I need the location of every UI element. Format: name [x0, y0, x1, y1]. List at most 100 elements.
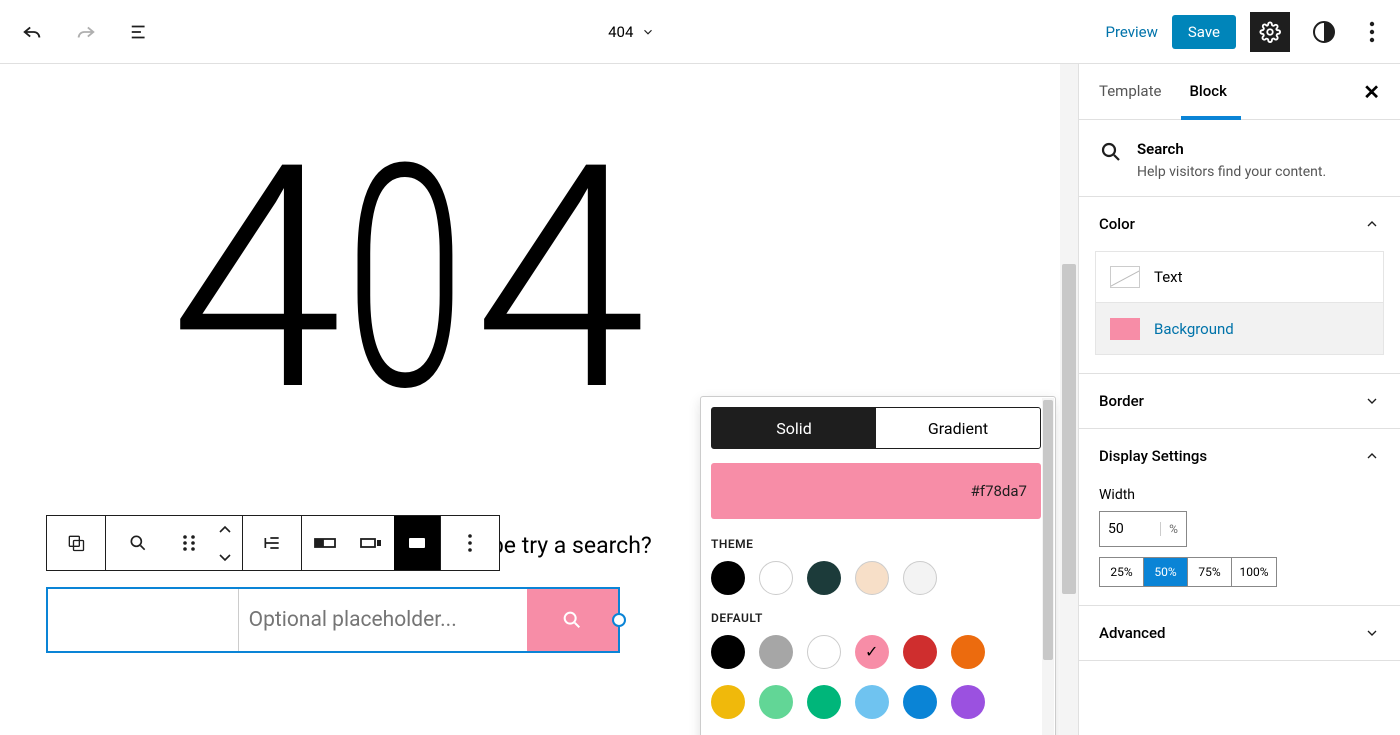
sidebar-tabs: Template Block ✕ [1079, 64, 1400, 120]
drag-handle[interactable] [170, 516, 208, 570]
tab-template[interactable]: Template [1099, 82, 1161, 102]
color-swatch[interactable] [807, 685, 841, 719]
settings-button[interactable] [1250, 12, 1290, 52]
styles-icon [1312, 20, 1336, 44]
color-swatch[interactable] [903, 635, 937, 669]
chevron-down-icon [1364, 393, 1380, 409]
align-button[interactable] [243, 516, 301, 570]
list-view-button[interactable] [122, 14, 158, 50]
canvas-scroll-thumb[interactable] [1062, 264, 1076, 594]
color-swatch[interactable] [759, 561, 793, 595]
search-block[interactable] [46, 587, 620, 653]
editor-canvas[interactable]: 404 ybe try a search? [0, 64, 1078, 735]
row-label: Text [1154, 268, 1183, 286]
color-panel: Color Text Background [1079, 197, 1400, 374]
color-type-segmented: Solid Gradient [711, 407, 1041, 449]
preview-button[interactable]: Preview [1105, 23, 1157, 41]
color-swatch[interactable] [903, 685, 937, 719]
settings-sidebar: Template Block ✕ Search Help visitors fi… [1078, 64, 1400, 735]
color-swatch[interactable] [711, 561, 745, 595]
move-down-button[interactable] [208, 543, 242, 570]
canvas-scrollbar[interactable] [1060, 64, 1078, 735]
advanced-panel-header[interactable]: Advanced [1079, 606, 1400, 660]
color-swatch[interactable] [711, 685, 745, 719]
toolbar-right: Preview Save [1105, 12, 1386, 52]
redo-button[interactable] [68, 14, 104, 50]
color-swatch[interactable] [807, 635, 841, 669]
row-label: Background [1154, 320, 1234, 338]
color-swatch[interactable] [855, 685, 889, 719]
heading-404[interactable]: 404 [0, 64, 1078, 444]
advanced-panel: Advanced [1079, 606, 1400, 661]
width-label: Width [1079, 483, 1400, 511]
toolbar-left [14, 14, 158, 50]
button-icon-button[interactable] [394, 516, 440, 570]
hex-input[interactable]: #f78da7 [711, 463, 1041, 519]
search-label-area[interactable] [48, 589, 239, 651]
border-panel-header[interactable]: Border [1079, 374, 1400, 428]
save-button[interactable]: Save [1172, 15, 1236, 49]
toggle-label-button[interactable] [302, 516, 348, 570]
block-toolbar [46, 515, 500, 571]
search-icon [128, 533, 148, 553]
color-swatch[interactable] [855, 561, 889, 595]
solid-tab[interactable]: Solid [712, 408, 876, 448]
width-preset[interactable]: 75% [1188, 558, 1232, 586]
search-placeholder-input[interactable] [239, 589, 527, 651]
gear-icon [1259, 21, 1281, 43]
prompt-text[interactable]: ybe try a search? [480, 532, 652, 559]
width-preset[interactable]: 50% [1144, 558, 1188, 586]
color-swatch[interactable] [903, 561, 937, 595]
background-swatch-preview [1110, 318, 1140, 340]
width-input[interactable]: % [1099, 511, 1187, 547]
color-swatch[interactable] [711, 635, 745, 669]
color-text-row[interactable]: Text [1095, 251, 1384, 303]
color-background-row[interactable]: Background [1095, 303, 1384, 355]
display-panel-header[interactable]: Display Settings [1079, 429, 1400, 483]
popover-scrollbar[interactable] [1042, 398, 1054, 735]
default-section-label: DEFAULT [711, 611, 1041, 625]
display-settings-panel: Display Settings Width % 25%50%75%100% [1079, 429, 1400, 606]
template-name: 404 [608, 23, 633, 41]
hex-value: #f78da7 [971, 482, 1027, 500]
color-panel-header[interactable]: Color [1079, 197, 1400, 251]
more-vertical-icon [1369, 21, 1375, 43]
width-value-input[interactable] [1100, 521, 1160, 537]
more-options-button[interactable] [1358, 12, 1386, 52]
color-swatch[interactable] [951, 635, 985, 669]
move-up-button[interactable] [208, 516, 242, 543]
search-icon [1099, 140, 1123, 164]
color-swatch[interactable] [807, 561, 841, 595]
default-swatches-row2 [711, 685, 1041, 719]
color-swatch[interactable]: ✓ [855, 635, 889, 669]
resize-handle[interactable] [612, 613, 626, 627]
styles-button[interactable] [1304, 12, 1344, 52]
width-preset[interactable]: 25% [1100, 558, 1144, 586]
color-picker-popover: Solid Gradient #f78da7 THEME DEFAULT ✓ [700, 396, 1056, 735]
block-more-button[interactable] [441, 516, 499, 570]
panel-title: Advanced [1099, 624, 1165, 642]
block-title: Search [1137, 140, 1326, 158]
gradient-tab[interactable]: Gradient [876, 408, 1040, 448]
button-position-button[interactable] [348, 516, 394, 570]
chevron-up-icon [1364, 216, 1380, 232]
workspace: 404 ybe try a search? [0, 64, 1400, 735]
drag-icon [182, 534, 196, 552]
chevron-down-icon [219, 552, 231, 562]
width-presets: 25%50%75%100% [1099, 557, 1277, 587]
popover-scroll-thumb[interactable] [1043, 400, 1053, 660]
tab-block[interactable]: Block [1189, 82, 1226, 102]
close-sidebar-button[interactable]: ✕ [1363, 80, 1380, 104]
chevron-down-icon [641, 25, 655, 39]
undo-button[interactable] [14, 14, 50, 50]
color-swatch[interactable] [759, 685, 793, 719]
change-block-type-button[interactable] [106, 516, 170, 570]
color-swatch[interactable] [951, 685, 985, 719]
width-preset[interactable]: 100% [1232, 558, 1276, 586]
template-switcher[interactable]: 404 [608, 23, 655, 41]
search-submit-button[interactable] [527, 589, 618, 651]
panel-title: Border [1099, 392, 1144, 410]
parent-block-button[interactable] [47, 516, 105, 570]
width-unit[interactable]: % [1160, 522, 1186, 536]
color-swatch[interactable] [759, 635, 793, 669]
